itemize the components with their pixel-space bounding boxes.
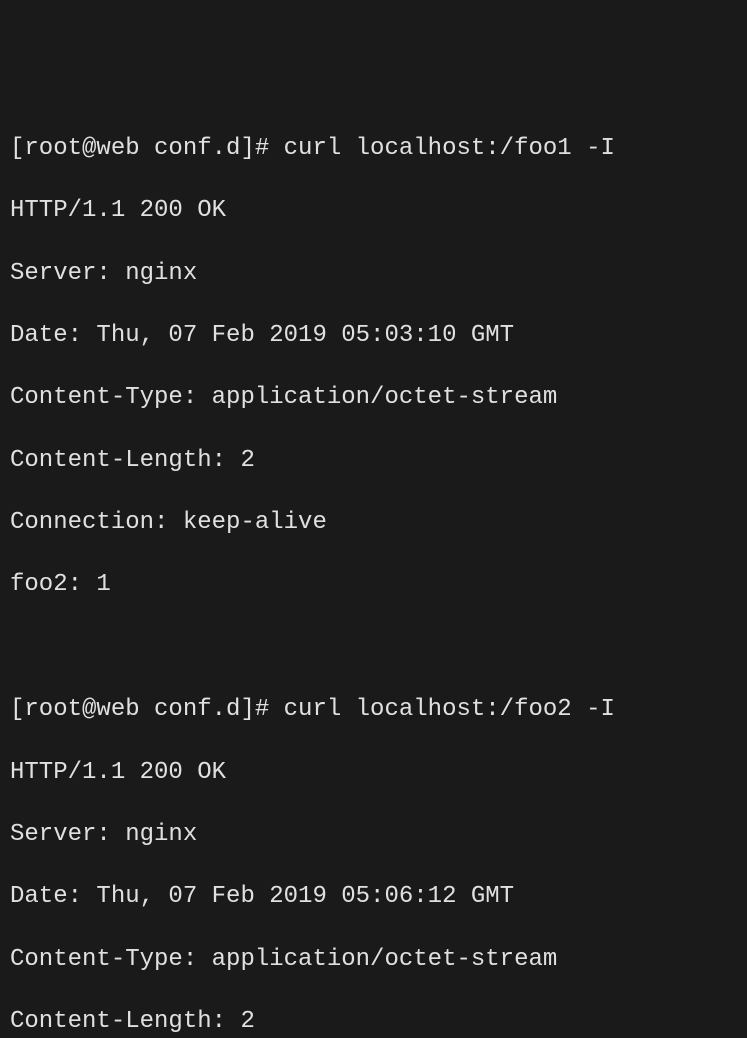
header-date: Date: Thu, 07 Feb 2019 05:06:12 GMT — [10, 881, 737, 912]
header-content-type: Content-Type: application/octet-stream — [10, 944, 737, 975]
http-status-line: HTTP/1.1 200 OK — [10, 195, 737, 226]
header-custom: foo2: 1 — [10, 569, 737, 600]
http-status-line: HTTP/1.1 200 OK — [10, 757, 737, 788]
terminal-prompt-line: [root@web conf.d]# curl localhost:/foo1 … — [10, 133, 737, 164]
header-content-length: Content-Length: 2 — [10, 445, 737, 476]
header-server: Server: nginx — [10, 258, 737, 289]
terminal-prompt-line: [root@web conf.d]# curl localhost:/foo2 … — [10, 694, 737, 725]
header-connection: Connection: keep-alive — [10, 507, 737, 538]
header-content-type: Content-Type: application/octet-stream — [10, 382, 737, 413]
blank-line — [10, 632, 737, 663]
header-server: Server: nginx — [10, 819, 737, 850]
header-content-length: Content-Length: 2 — [10, 1006, 737, 1037]
header-date: Date: Thu, 07 Feb 2019 05:03:10 GMT — [10, 320, 737, 351]
